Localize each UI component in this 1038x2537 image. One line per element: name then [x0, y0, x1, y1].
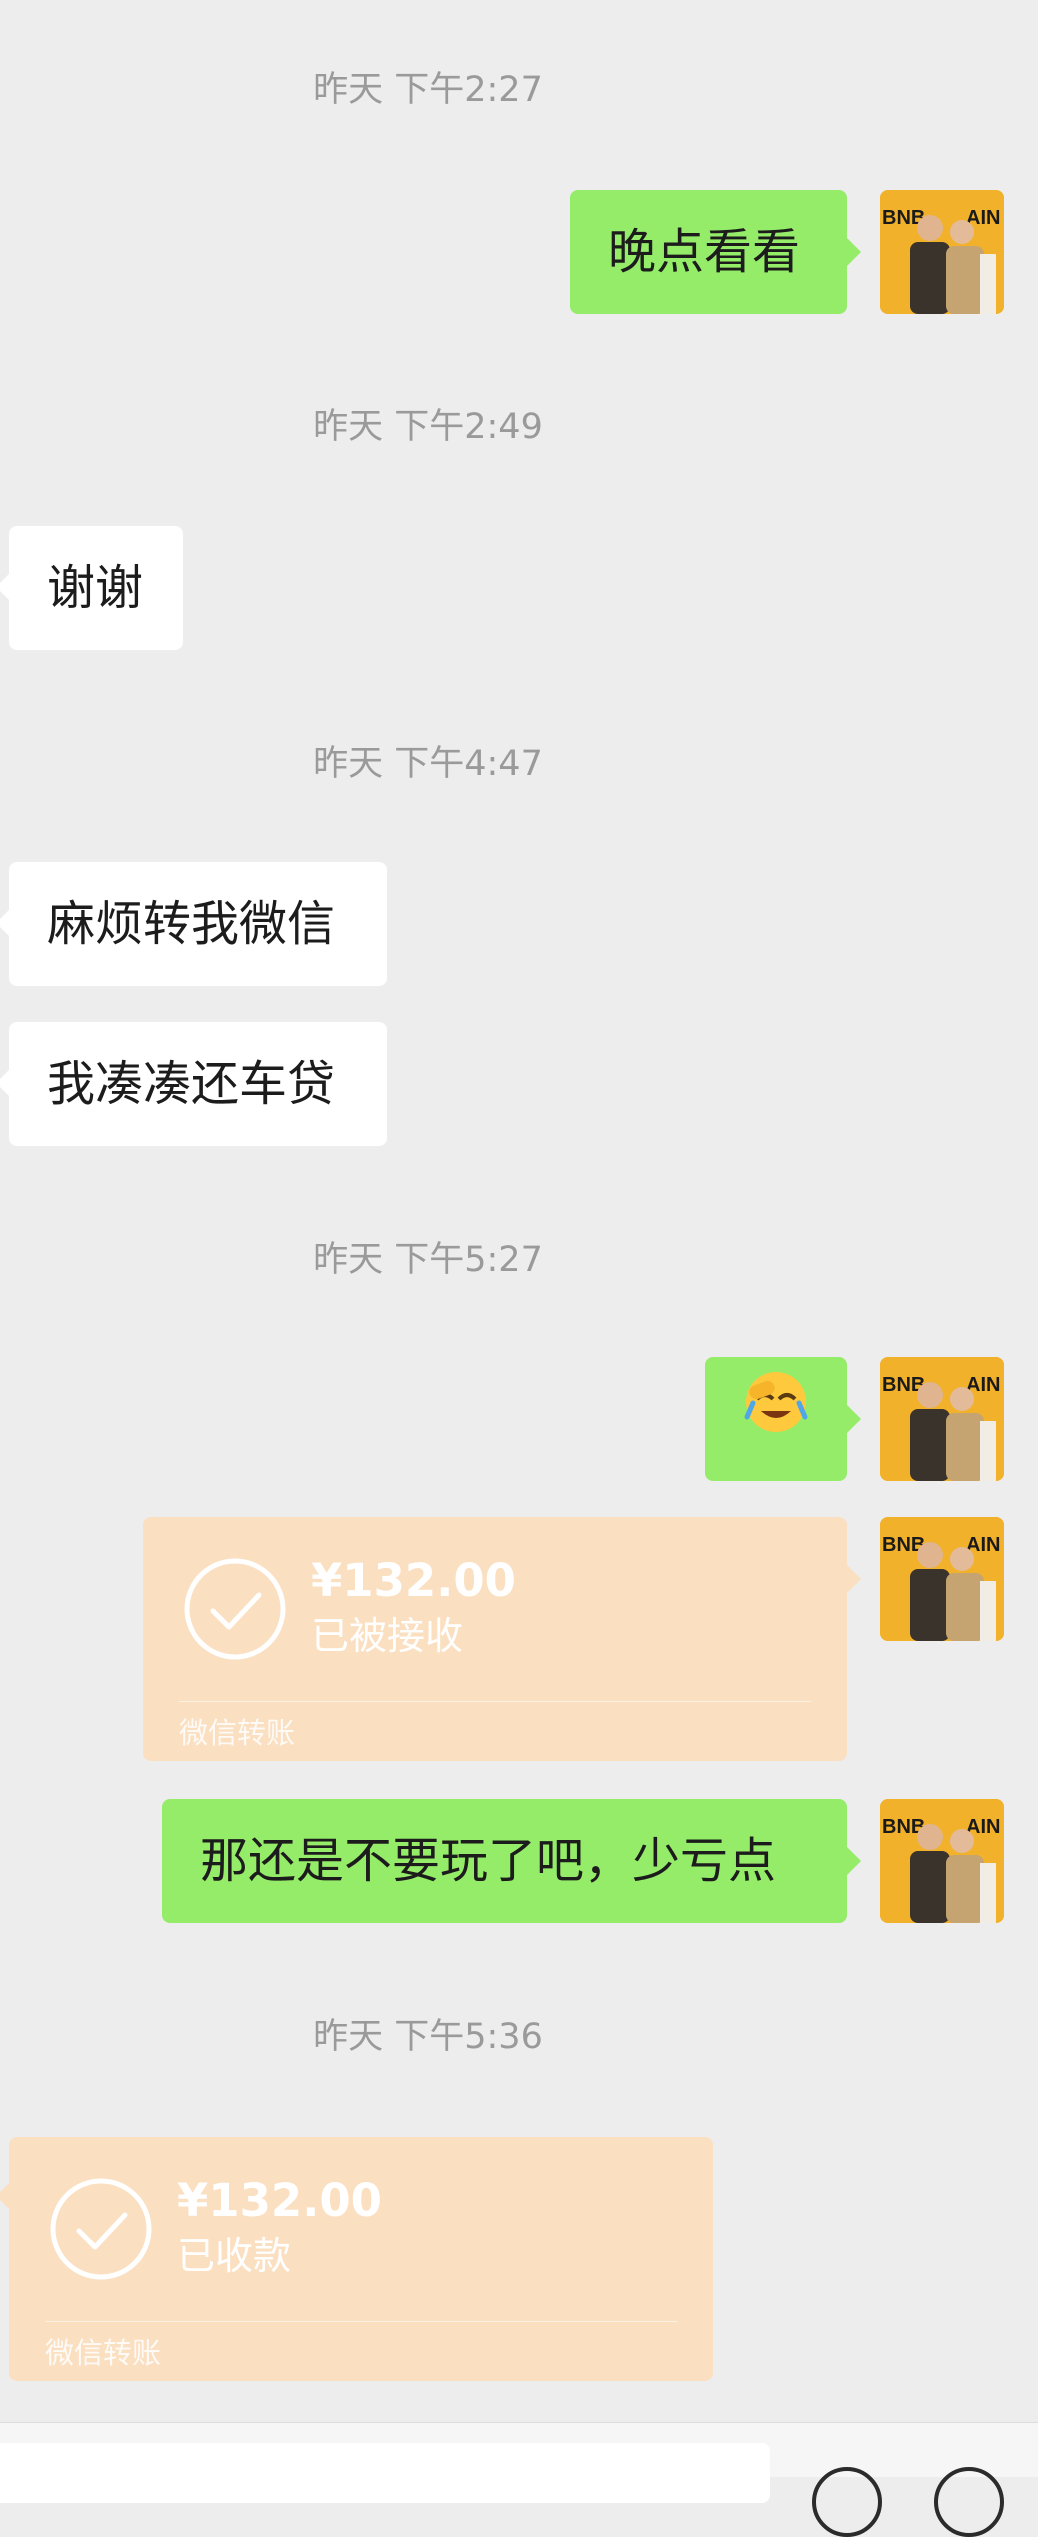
transfer-amount: ¥132.00 [311, 1554, 516, 1607]
transfer-card-sent[interactable]: ¥132.00 已被接收 微信转账 [143, 1517, 861, 1761]
timestamp: 昨天 下午2:49 [313, 407, 543, 447]
emoji-icon[interactable] [812, 2467, 882, 2537]
message-text: 麻烦转我微信 [47, 896, 336, 952]
avatar[interactable]: BNB AIN [880, 1799, 1004, 1923]
message-bubble-received[interactable]: 麻烦转我微信 [0, 862, 387, 986]
avatar[interactable]: BNB AIN [880, 1357, 1004, 1481]
message-bubble-received[interactable]: 谢谢 [0, 526, 183, 650]
check-circle-icon [184, 1558, 286, 1660]
divider [45, 2321, 677, 2322]
add-icon[interactable] [934, 2467, 1004, 2537]
input-bar [0, 2422, 1038, 2537]
transfer-label: 微信转账 [179, 1716, 296, 1750]
message-bubble-received[interactable]: 我凑凑还车贷 [0, 1022, 387, 1146]
message-bubble-sent[interactable]: 晚点看看 [570, 190, 861, 314]
transfer-card-received[interactable]: ¥132.00 已收款 微信转账 [0, 2137, 713, 2381]
check-circle-icon [50, 2178, 152, 2280]
transfer-status: 已被接收 [311, 1614, 464, 1658]
avatar-image: BNB AIN [880, 190, 1004, 314]
avatar[interactable]: BNB AIN [880, 1517, 1004, 1641]
message-bubble-sent[interactable]: 那还是不要玩了吧，少亏点 [162, 1799, 861, 1923]
avatar-image: BNB AIN [880, 1799, 1004, 1923]
timestamp: 昨天 下午2:27 [313, 70, 543, 110]
avatar-image: BNB AIN [880, 1357, 1004, 1481]
timestamp: 昨天 下午5:27 [313, 1240, 543, 1280]
timestamp: 昨天 下午4:47 [313, 744, 543, 784]
avatar[interactable]: BNB AIN [880, 190, 1004, 314]
timestamp: 昨天 下午5:36 [313, 2017, 543, 2057]
message-text: 谢谢 [47, 560, 144, 616]
transfer-status: 已收款 [177, 2234, 292, 2278]
transfer-amount: ¥132.00 [177, 2174, 382, 2227]
avatar-image: BNB AIN [880, 1517, 1004, 1641]
message-text: 我凑凑还车贷 [47, 1056, 336, 1112]
facepalm-emoji-icon [743, 1357, 809, 1481]
divider [179, 1701, 811, 1702]
message-text: 晚点看看 [608, 224, 801, 280]
transfer-label: 微信转账 [45, 2336, 162, 2370]
message-bubble-sent[interactable] [705, 1357, 861, 1481]
message-text: 那还是不要玩了吧，少亏点 [200, 1833, 777, 1889]
message-input[interactable] [0, 2443, 770, 2503]
